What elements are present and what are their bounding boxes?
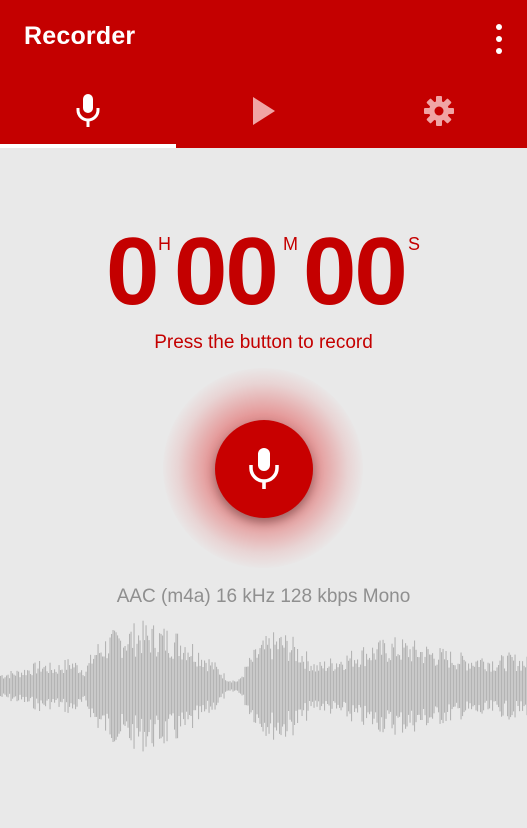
app-bar: Recorder	[0, 0, 527, 148]
record-hint: Press the button to record	[154, 332, 373, 353]
timer-seconds: 00	[303, 218, 408, 325]
tab-settings[interactable]	[351, 74, 527, 148]
timer-minutes-unit: M	[283, 234, 298, 254]
timer-hours: 0	[106, 218, 159, 325]
app-title: Recorder	[24, 22, 136, 50]
tab-bar	[0, 74, 527, 148]
timer-seconds-unit: S	[408, 234, 421, 254]
microphone-icon	[76, 94, 100, 127]
more-options-button[interactable]	[489, 22, 509, 56]
audio-format-info: AAC (m4a) 16 kHz 128 kbps Mono	[116, 586, 411, 607]
play-icon	[252, 97, 275, 125]
audio-waveform	[0, 620, 527, 752]
record-button[interactable]	[215, 420, 313, 518]
settings-gear-icon	[424, 96, 455, 126]
more-vert-icon	[496, 24, 502, 30]
tab-playback[interactable]	[176, 74, 352, 148]
microphone-icon	[249, 448, 279, 489]
elapsed-timer: 0 H 00 M 00 S	[0, 224, 527, 320]
timer-minutes: 00	[174, 218, 279, 325]
timer-hours-unit: H	[158, 234, 171, 254]
tab-record[interactable]	[0, 74, 176, 148]
